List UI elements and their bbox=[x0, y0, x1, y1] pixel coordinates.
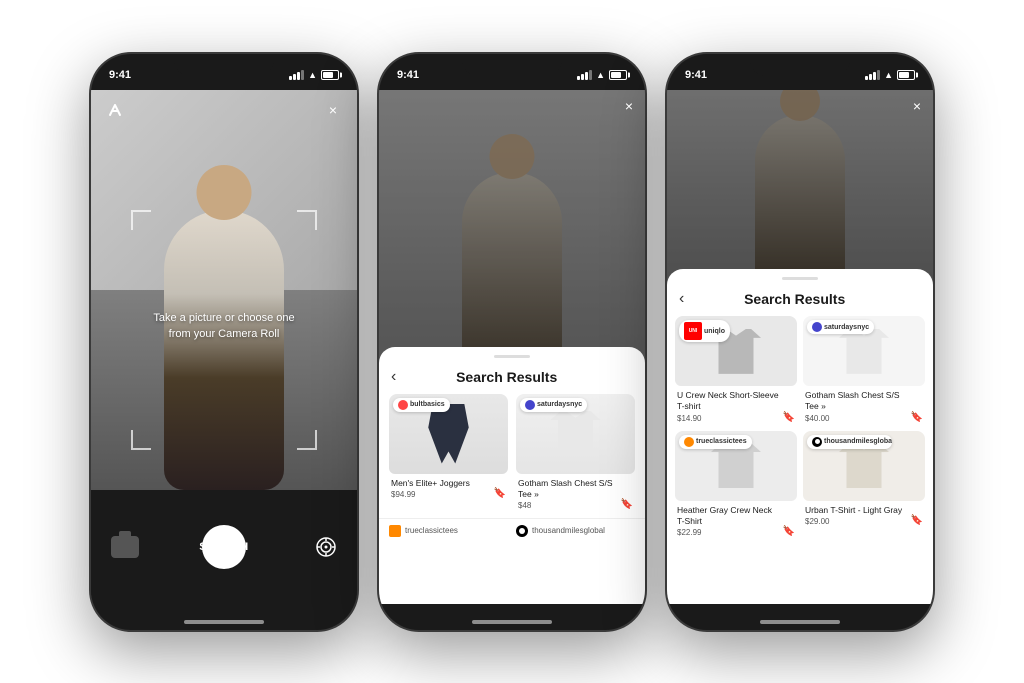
product-card-trueclassic[interactable]: trueclassictees Heather Gray Crew Neck T… bbox=[675, 431, 797, 539]
product-info-uniqlo: U Crew Neck Short-Sleeve T-shirt $14.90 … bbox=[675, 386, 797, 424]
results-sheet-3: ‹ Search Results UNI uniqlo U Crew Neck … bbox=[667, 269, 933, 603]
sheet-header-3: ‹ Search Results bbox=[667, 290, 933, 316]
product-card-tee[interactable]: saturdaysnyc Gotham Slash Chest S/S Tee … bbox=[516, 394, 635, 512]
product-info-tmg: Urban T-Shirt - Light Gray $29.00 🔖 bbox=[803, 501, 925, 528]
more-brand-label-1: trueclassictees bbox=[405, 526, 458, 535]
camera-instruction: Take a picture or choose one from your C… bbox=[144, 310, 304, 343]
product-info-joggers: Men's Elite+ Joggers $94.99 🔖 bbox=[389, 474, 508, 501]
time-2: 9:41 bbox=[397, 69, 419, 81]
brand-label-tmg: thousandmilesglobal bbox=[824, 438, 892, 445]
product-card-uniqlo[interactable]: UNI uniqlo U Crew Neck Short-Sleeve T-sh… bbox=[675, 316, 797, 424]
brand-chip-bult: bultbasics bbox=[393, 398, 450, 412]
phone-2: 9:41 ▲ × ‹ Sear bbox=[377, 52, 647, 632]
bookmark-trueclassic[interactable]: 🔖 bbox=[783, 526, 795, 537]
uniqlo-logo: UNI bbox=[684, 322, 702, 340]
status-bar-2: 9:41 ▲ bbox=[379, 54, 645, 90]
signal-icon-2 bbox=[577, 70, 592, 80]
product-name-tmg: Urban T-Shirt - Light Gray bbox=[805, 505, 923, 516]
bookmark-uniqlo[interactable]: 🔖 bbox=[783, 412, 795, 423]
bookmark-joggers[interactable]: 🔖 bbox=[494, 488, 506, 499]
wifi-icon-3: ▲ bbox=[884, 70, 893, 80]
product-price-joggers: $94.99 bbox=[391, 490, 506, 499]
sheet-title-3: Search Results bbox=[684, 291, 905, 307]
brand-label-saturdays: saturdaysnyc bbox=[824, 324, 869, 331]
brand-label-trueclassic: trueclassictees bbox=[696, 438, 747, 445]
results-screen-2: × ‹ Search Results bultbasics bbox=[379, 90, 645, 604]
status-icons-2: ▲ bbox=[577, 70, 627, 80]
product-info-tee: Gotham Slash Chest S/S Tee » $48 🔖 bbox=[516, 474, 635, 512]
sheet-header-2: ‹ Search Results bbox=[379, 368, 645, 394]
signal-icon-3 bbox=[865, 70, 880, 80]
product-name-trueclassic: Heather Gray Crew Neck T-Shirt bbox=[677, 505, 795, 527]
brand-chip-saturdays: saturdaysnyc bbox=[807, 320, 874, 334]
close-button-2[interactable]: × bbox=[625, 98, 633, 114]
product-card-tmg[interactable]: thousandmilesglobal Urban T-Shirt - Ligh… bbox=[803, 431, 925, 539]
product-price-uniqlo: $14.90 bbox=[677, 414, 795, 423]
more-brand-label-2: thousandmilesglobal bbox=[532, 526, 605, 535]
time-1: 9:41 bbox=[109, 69, 131, 81]
product-grid-2: bultbasics Men's Elite+ Joggers $94.99 🔖 bbox=[379, 394, 645, 512]
battery-icon-3 bbox=[897, 70, 915, 80]
camera-viewfinder: × Take a picture or choose one from your… bbox=[91, 90, 357, 491]
product-info-trueclassic: Heather Gray Crew Neck T-Shirt $22.99 🔖 bbox=[675, 501, 797, 539]
product-price-saturdays: $40.00 bbox=[805, 414, 923, 423]
results-sheet-2: ‹ Search Results bultbasics Men's Elite+… bbox=[379, 347, 645, 604]
bookmark-tmg[interactable]: 🔖 bbox=[911, 515, 923, 526]
brand-label-sat: saturdaysnyc bbox=[537, 401, 582, 408]
bookmark-tee[interactable]: 🔖 bbox=[621, 499, 633, 510]
close-button-1[interactable]: × bbox=[321, 98, 345, 122]
product-price-tee: $48 bbox=[518, 501, 633, 510]
gallery-icon[interactable] bbox=[111, 536, 139, 558]
sheet-title-2: Search Results bbox=[396, 369, 617, 385]
phone-1: 9:41 ▲ × bbox=[89, 52, 359, 632]
product-grid-3: UNI uniqlo U Crew Neck Short-Sleeve T-sh… bbox=[667, 316, 933, 538]
camera-screen: × Take a picture or choose one from your… bbox=[91, 90, 357, 604]
product-card-saturdays[interactable]: saturdaysnyc Gotham Slash Chest S/S Tee … bbox=[803, 316, 925, 424]
camera-toolbar: SEARCH bbox=[91, 490, 357, 603]
status-icons-1: ▲ bbox=[289, 70, 339, 80]
more-brand-1[interactable]: trueclassictees bbox=[389, 525, 508, 537]
search-label: SEARCH bbox=[199, 541, 248, 553]
brand-label-bult: bultbasics bbox=[410, 401, 445, 408]
wifi-icon-2: ▲ bbox=[596, 70, 605, 80]
brand-label-uniqlo: uniqlo bbox=[704, 328, 725, 335]
photo-bg-2: × bbox=[379, 90, 645, 373]
product-price-trueclassic: $22.99 bbox=[677, 528, 795, 537]
battery-icon bbox=[321, 70, 339, 80]
product-name-joggers: Men's Elite+ Joggers bbox=[391, 478, 506, 489]
close-button-3[interactable]: × bbox=[913, 98, 921, 114]
product-name-uniqlo: U Crew Neck Short-Sleeve T-shirt bbox=[677, 390, 795, 412]
product-price-tmg: $29.00 bbox=[805, 517, 923, 526]
phone-3: 9:41 ▲ × ‹ Search Resu bbox=[665, 52, 935, 632]
sheet-handle-3 bbox=[782, 277, 818, 280]
wifi-icon: ▲ bbox=[308, 70, 317, 80]
time-3: 9:41 bbox=[685, 69, 707, 81]
signal-icon bbox=[289, 70, 304, 80]
product-card-joggers[interactable]: bultbasics Men's Elite+ Joggers $94.99 🔖 bbox=[389, 394, 508, 512]
product-name-saturdays: Gotham Slash Chest S/S Tee » bbox=[805, 390, 923, 412]
status-bar-1: 9:41 ▲ bbox=[91, 54, 357, 90]
brand-chip-uniqlo: UNI uniqlo bbox=[679, 320, 730, 342]
home-indicator-3 bbox=[760, 620, 840, 624]
results-screen-3: × ‹ Search Results UNI uniqlo bbox=[667, 90, 933, 604]
product-info-saturdays: Gotham Slash Chest S/S Tee » $40.00 🔖 bbox=[803, 386, 925, 424]
scan-icon[interactable] bbox=[315, 536, 337, 558]
brand-logo-icon bbox=[103, 98, 127, 122]
focus-guides bbox=[91, 90, 357, 491]
brand-chip-sat: saturdaysnyc bbox=[520, 398, 587, 412]
home-indicator-1 bbox=[184, 620, 264, 624]
product-name-tee: Gotham Slash Chest S/S Tee » bbox=[518, 478, 633, 500]
status-icons-3: ▲ bbox=[865, 70, 915, 80]
sheet-handle-2 bbox=[494, 355, 530, 358]
photo-bg-3: × bbox=[667, 90, 933, 285]
battery-icon-2 bbox=[609, 70, 627, 80]
bookmark-saturdays[interactable]: 🔖 bbox=[911, 412, 923, 423]
brand-chip-tmg: thousandmilesglobal bbox=[807, 435, 892, 449]
status-bar-3: 9:41 ▲ bbox=[667, 54, 933, 90]
more-brand-2[interactable]: thousandmilesglobal bbox=[516, 525, 635, 537]
brand-chip-trueclassic: trueclassictees bbox=[679, 435, 752, 449]
home-indicator-2 bbox=[472, 620, 552, 624]
